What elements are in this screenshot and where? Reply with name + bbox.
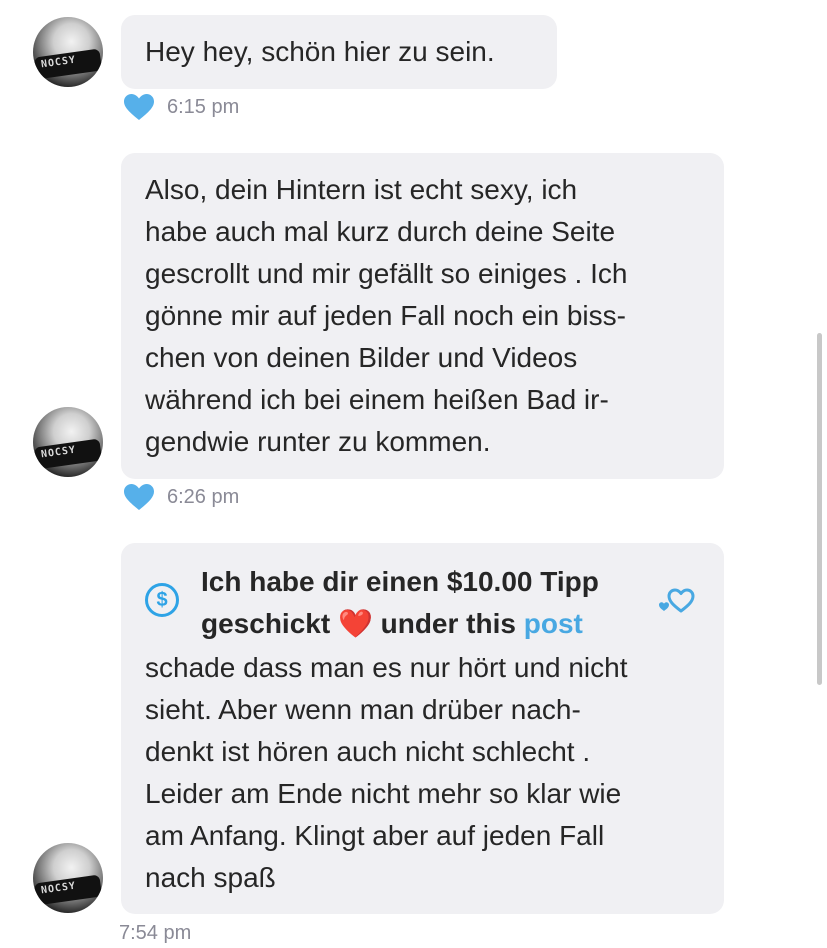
tip-line-1: Ich habe dir einen $10.00 Tipp: [201, 566, 599, 597]
tip-line-2-mid: under this: [380, 608, 516, 639]
message-meta: 6:26 pm: [123, 482, 239, 512]
tip-notice-text: Ich habe dir einen $10.00 Tipp geschickt…: [201, 561, 681, 645]
message-timestamp: 6:26 pm: [167, 485, 240, 508]
heart-icon[interactable]: [123, 483, 155, 511]
tip-line-2-start: geschickt: [201, 608, 331, 639]
post-link[interactable]: post: [524, 608, 583, 639]
message-bubble[interactable]: Also, dein Hintern ist echt sexy, ich ha…: [121, 153, 724, 479]
sender-avatar[interactable]: NOCSY: [33, 407, 103, 477]
sender-avatar[interactable]: NOCSY: [33, 843, 103, 913]
message-text: Hey hey, schön hier zu sein.: [145, 36, 495, 67]
tip-message-bubble[interactable]: $ Ich habe dir einen $10.00 Tipp geschic…: [121, 543, 724, 914]
message-text: Also, dein Hintern ist echt sexy, ich ha…: [145, 174, 628, 457]
dollar-circle-icon: $: [145, 583, 179, 617]
scrollbar[interactable]: [817, 333, 822, 685]
message-text: schade dass man es nur hört und nicht si…: [145, 652, 628, 893]
message-timestamp: 7:54 pm: [119, 921, 192, 944]
red-heart-emoji: ❤️: [337, 608, 373, 639]
heart-outline-icon[interactable]: [656, 581, 700, 617]
message-meta: 7:54 pm: [119, 918, 191, 948]
message-meta: 6:15 pm: [123, 92, 239, 122]
sender-avatar[interactable]: NOCSY: [33, 17, 103, 87]
message-bubble[interactable]: Hey hey, schön hier zu sein.: [121, 15, 557, 89]
heart-icon[interactable]: [123, 93, 155, 121]
message-timestamp: 6:15 pm: [167, 95, 240, 118]
